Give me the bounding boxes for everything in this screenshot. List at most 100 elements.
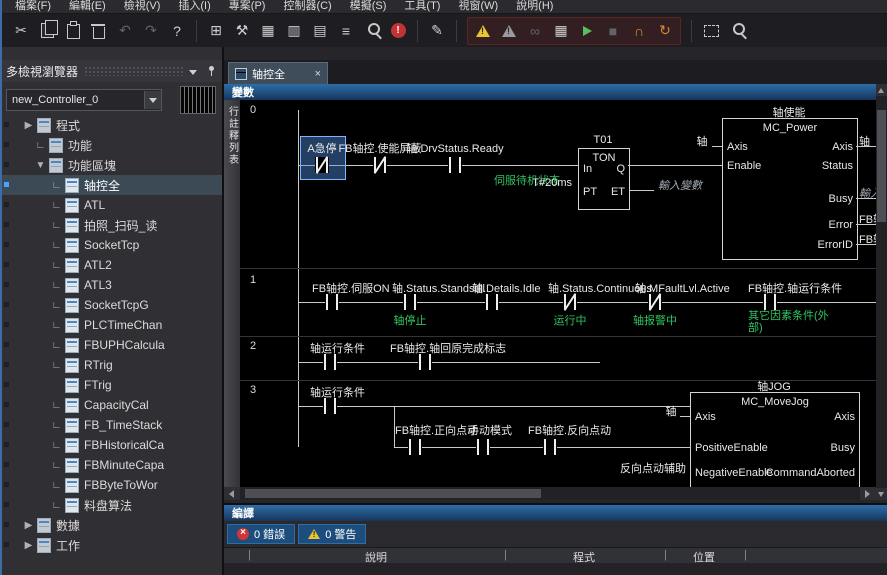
mc-movejog-block[interactable]: MC_MoveJog Axis PositiveEnable NegativeE… [690, 392, 860, 487]
tree-item-fbbytetowor[interactable]: ∟FBByteToWor [0, 475, 222, 495]
no-contact[interactable] [763, 294, 777, 310]
warnings-filter-button[interactable]: 0 警告 [298, 524, 366, 544]
pin-icon[interactable] [207, 65, 216, 77]
operand-label[interactable]: FB轴控.伺服ON [312, 280, 390, 296]
rung-number[interactable]: 3 [250, 384, 256, 396]
nc-contact[interactable] [373, 157, 387, 173]
ladder-grid-icon[interactable]: ▦ [255, 19, 281, 43]
menu-project[interactable]: 專案(P) [220, 0, 275, 13]
tree-item-axis-control[interactable]: ∟轴控全 [0, 175, 222, 195]
magnet-icon[interactable]: ∩ [626, 19, 652, 43]
chevron-down-icon[interactable] [189, 64, 197, 78]
expand-arrow-icon[interactable]: ▶ [22, 540, 35, 551]
tree-item-fbuphcalc[interactable]: ∟FBUPHCalcula [0, 335, 222, 355]
vscroll-thumb[interactable] [877, 110, 886, 222]
tree-item-capacitycal[interactable]: ∟CapacityCal [0, 395, 222, 415]
nc-contact[interactable] [648, 294, 662, 310]
ladder-columns-icon[interactable]: ▥ [281, 19, 307, 43]
tree-item-sockettcp[interactable]: ∟SocketTcp [0, 235, 222, 255]
no-contact[interactable] [418, 354, 432, 370]
no-contact[interactable] [485, 294, 499, 310]
operand-label[interactable]: A急停 [307, 140, 336, 156]
expand-arrow-icon[interactable]: ▶ [22, 120, 35, 131]
cut-icon[interactable]: ✂ [8, 19, 34, 43]
nc-contact[interactable] [563, 294, 577, 310]
tree-item-function-blocks[interactable]: ▼功能區塊 [0, 155, 222, 175]
operand-label[interactable]: 轴运行条件 [310, 384, 365, 400]
menu-window[interactable]: 視窗(W) [449, 0, 507, 13]
build-check-icon[interactable] [470, 19, 496, 43]
run-icon[interactable] [574, 19, 600, 43]
undo-icon[interactable]: ↶ [112, 19, 138, 43]
close-icon[interactable]: × [315, 68, 321, 80]
tree-item-fbminutecapa[interactable]: ∟FBMinuteCapa [0, 455, 222, 475]
operand-label[interactable]: FB轴控.正向点动 [395, 422, 478, 438]
tree-item-atl3[interactable]: ∟ATL3 [0, 275, 222, 295]
rebuild-check-icon[interactable] [496, 19, 522, 43]
frame-select-icon[interactable] [698, 19, 724, 43]
operand-label[interactable]: 手动模式 [468, 422, 512, 438]
tree-item-atl2[interactable]: ∟ATL2 [0, 255, 222, 275]
tree-item-ftrig[interactable]: FTrig [0, 375, 222, 395]
comment-label[interactable]: 轴停止 [394, 312, 427, 328]
menu-simulation[interactable]: 模擬(S) [341, 0, 396, 13]
abort-icon[interactable]: ! [385, 19, 411, 43]
menu-insert[interactable]: 插入(I) [169, 0, 219, 13]
chevron-down-icon[interactable] [144, 91, 161, 109]
errors-filter-button[interactable]: 0 錯誤 [227, 524, 295, 544]
edit-pen-icon[interactable]: ✎ [424, 19, 450, 43]
comment-label[interactable]: 其它因素条件(外部) [748, 310, 832, 334]
tree-item-fb-timestack[interactable]: ∟FB_TimeStack [0, 415, 222, 435]
menu-tools[interactable]: 工具(T) [395, 0, 449, 13]
menu-view[interactable]: 檢視(V) [115, 0, 170, 13]
operand-label[interactable]: 輸入變數 [859, 185, 876, 201]
operand-label[interactable]: 反向点动辅助 [572, 460, 686, 476]
operand-label[interactable]: 轴 [859, 133, 870, 149]
et-target[interactable]: 輸入變數 [658, 177, 702, 193]
comment-label[interactable]: 轴报警中 [633, 312, 677, 328]
tree-item-rtrig[interactable]: ∟RTrig [0, 355, 222, 375]
hscroll-track[interactable] [240, 487, 860, 500]
no-contact[interactable] [476, 439, 490, 455]
no-contact[interactable] [408, 439, 422, 455]
compare-icon[interactable]: ∞ [522, 19, 548, 43]
scroll-right-arrow[interactable] [860, 487, 876, 500]
paste-icon[interactable] [60, 19, 86, 43]
search-icon[interactable] [359, 19, 385, 43]
comment-label[interactable]: 运行中 [554, 312, 587, 328]
operand-label[interactable]: FB轴控.反向点动 [528, 422, 611, 438]
zoom-icon[interactable] [724, 19, 750, 43]
pt-value[interactable]: T#20ms [512, 177, 572, 189]
tree-item-data[interactable]: ▶數據 [0, 515, 222, 535]
tree-item-material-tray-algo[interactable]: ∟料盘算法 [0, 495, 222, 515]
copy-icon[interactable] [34, 19, 60, 43]
menu-edit[interactable]: 編輯(E) [60, 0, 115, 13]
operand-label[interactable]: 轴 [666, 403, 677, 419]
no-contact[interactable] [543, 439, 557, 455]
variables-bar[interactable]: 變數 [224, 84, 876, 100]
tree-item-programs[interactable]: ▶程式 [0, 115, 222, 135]
list-icon[interactable]: ≡ [333, 19, 359, 43]
row-comment-strip[interactable]: 行註釋列表 [224, 100, 240, 487]
rung-number[interactable]: 1 [250, 274, 256, 286]
operand-label[interactable]: FB轴控 [859, 211, 876, 227]
ladder-editor[interactable]: 0 A急停 FB轴控.使能屏蔽 轴.DrvStatus.Ready 伺服待机状态… [240, 100, 876, 487]
tree-item-photo-scan[interactable]: ∟拍照_扫码_读 [0, 215, 222, 235]
stop-run-icon[interactable]: ■ [600, 19, 626, 43]
horizontal-scrollbar[interactable] [224, 487, 876, 500]
delete-icon[interactable] [86, 19, 112, 43]
expand-arrow-icon[interactable]: ▶ [22, 520, 35, 531]
rung-number[interactable]: 0 [250, 104, 256, 116]
tab-axis-control[interactable]: 轴控全 × [228, 62, 328, 84]
tree-item-sockettcpg[interactable]: ∟SocketTcpG [0, 295, 222, 315]
nc-contact[interactable] [315, 157, 329, 173]
vertical-scrollbar[interactable] [876, 84, 887, 500]
operand-label[interactable]: 轴.Details.Idle [472, 280, 540, 296]
no-contact[interactable] [448, 157, 462, 173]
window-open-icon[interactable]: ⊞ [203, 19, 229, 43]
build-title-bar[interactable]: 編譯 [224, 505, 887, 521]
tree-item-fbhistorical[interactable]: ∟FBHistoricalCa [0, 435, 222, 455]
operand-label[interactable]: 轴.DrvStatus.Ready [406, 140, 503, 156]
operand-label[interactable]: 轴运行条件 [310, 340, 365, 356]
mc-power-block[interactable]: MC_Power Axis Enable Axis Status Busy Er… [722, 118, 858, 260]
